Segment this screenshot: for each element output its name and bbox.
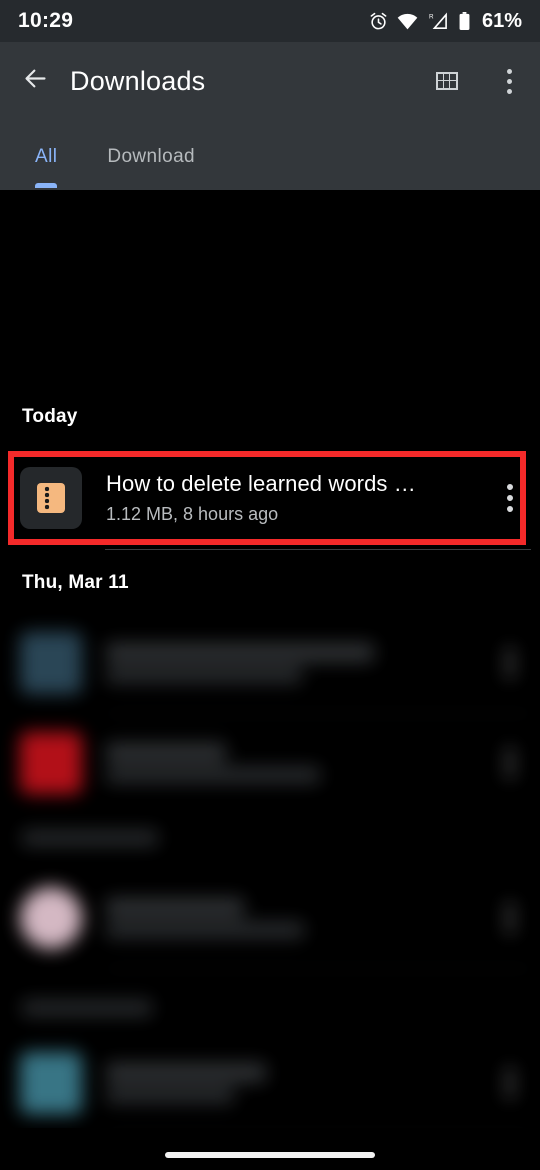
- overflow-menu-button[interactable]: [478, 42, 540, 120]
- download-item-row[interactable]: How to delete learned words … 1.12 MB, 8…: [0, 450, 540, 546]
- downloads-list[interactable]: Today How to delete learned words … 1.12…: [0, 190, 540, 1170]
- list-item-title: [106, 643, 374, 662]
- list-divider: [105, 549, 531, 550]
- download-item-text: How to delete learned words … 1.12 MB, 8…: [106, 469, 480, 528]
- home-gesture-pill[interactable]: [165, 1152, 375, 1158]
- overflow-menu-icon: [507, 749, 513, 777]
- page-title: Downloads: [70, 66, 206, 96]
- tab-bar: All Download: [0, 134, 540, 190]
- section-header: [22, 830, 158, 846]
- list-item-title: [106, 898, 244, 917]
- grid-view-icon: [436, 72, 458, 90]
- grid-view-button[interactable]: [416, 42, 478, 120]
- list-item-subtitle: [106, 1087, 234, 1103]
- list-divider: [105, 713, 531, 714]
- phone-screen: 10:29 R 61% Downloads All Download Today…: [0, 0, 540, 1170]
- list-item-subtitle: [106, 767, 320, 783]
- list-item-subtitle: [106, 922, 304, 938]
- wifi-icon: [397, 13, 418, 30]
- svg-text:R: R: [429, 13, 434, 20]
- list-item-text: [106, 893, 480, 943]
- overflow-menu-icon: [506, 68, 512, 94]
- file-thumbnail: [20, 467, 82, 529]
- section-header-thu-mar-11: Thu, Mar 11: [22, 572, 129, 593]
- overflow-menu-icon: [507, 1069, 513, 1097]
- tab-all[interactable]: All: [35, 134, 58, 190]
- zip-archive-icon: [37, 483, 65, 513]
- list-item-title: [106, 743, 226, 762]
- status-bar: 10:29 R 61%: [0, 0, 540, 42]
- section-header: [22, 1000, 152, 1016]
- list-item-menu-button[interactable]: [480, 749, 540, 777]
- overflow-menu-icon: [507, 484, 513, 512]
- list-divider: [105, 968, 531, 969]
- app-bar: Downloads All Download: [0, 42, 540, 190]
- list-item-menu-button[interactable]: [480, 649, 540, 677]
- list-item-text: [106, 738, 480, 788]
- list-item-menu-button[interactable]: [480, 904, 540, 932]
- overflow-menu-icon: [507, 649, 513, 677]
- system-navigation-bar: [0, 1128, 540, 1170]
- list-item-text: [106, 1058, 480, 1108]
- status-bar-clock: 10:29: [18, 9, 74, 32]
- app-bar-top-row: Downloads: [0, 42, 540, 120]
- list-item[interactable]: [0, 1035, 540, 1131]
- tab-all-label: All: [35, 146, 58, 167]
- download-item-menu-button[interactable]: [480, 450, 540, 546]
- section-header-today: Today: [22, 406, 78, 427]
- list-item[interactable]: [0, 615, 540, 711]
- download-item-title: How to delete learned words …: [106, 470, 416, 496]
- tab-selected-indicator: [35, 183, 58, 188]
- list-item-menu-button[interactable]: [480, 1069, 540, 1097]
- tab-download[interactable]: Download: [107, 134, 195, 190]
- alarm-icon: [369, 12, 388, 31]
- list-item-subtitle: [106, 667, 302, 683]
- back-button[interactable]: [0, 42, 70, 120]
- app-bar-actions: [416, 42, 540, 120]
- file-thumbnail: [20, 632, 82, 694]
- file-thumbnail: [20, 732, 82, 794]
- file-thumbnail: [20, 1052, 82, 1114]
- battery-percentage: 61%: [481, 9, 522, 32]
- download-item-subtitle: 1.12 MB, 8 hours ago: [106, 503, 279, 524]
- list-item[interactable]: [0, 870, 540, 966]
- overflow-menu-icon: [507, 904, 513, 932]
- list-item-text: [106, 638, 480, 688]
- list-item-title: [106, 1063, 266, 1082]
- list-item[interactable]: [0, 715, 540, 811]
- battery-icon: [458, 11, 471, 31]
- back-arrow-icon: [22, 65, 49, 97]
- file-thumbnail: [20, 887, 82, 949]
- blurred-download-items[interactable]: [0, 615, 540, 1170]
- tab-download-label: Download: [107, 146, 196, 167]
- cellular-signal-roaming-icon: R: [427, 12, 449, 30]
- status-bar-icons: R 61%: [369, 10, 522, 33]
